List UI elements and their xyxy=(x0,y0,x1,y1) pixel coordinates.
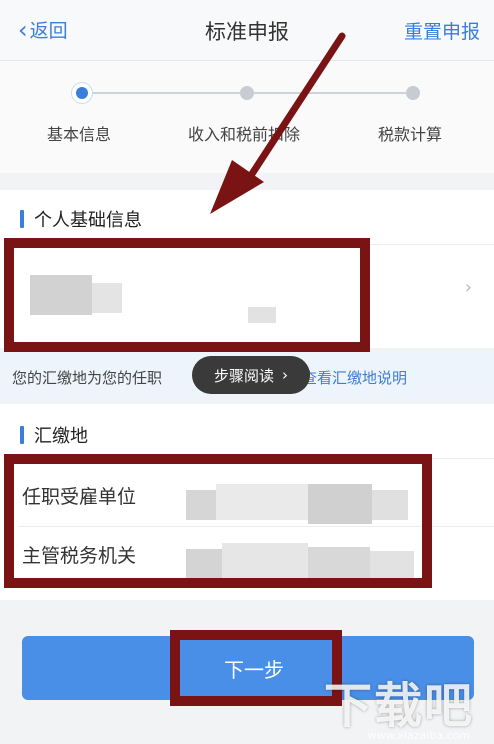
watermark-logo: 下载吧 xyxy=(323,678,474,734)
watermark-url: www.xiazaiba.com xyxy=(367,729,470,742)
pointer-arrow-icon xyxy=(210,32,346,214)
